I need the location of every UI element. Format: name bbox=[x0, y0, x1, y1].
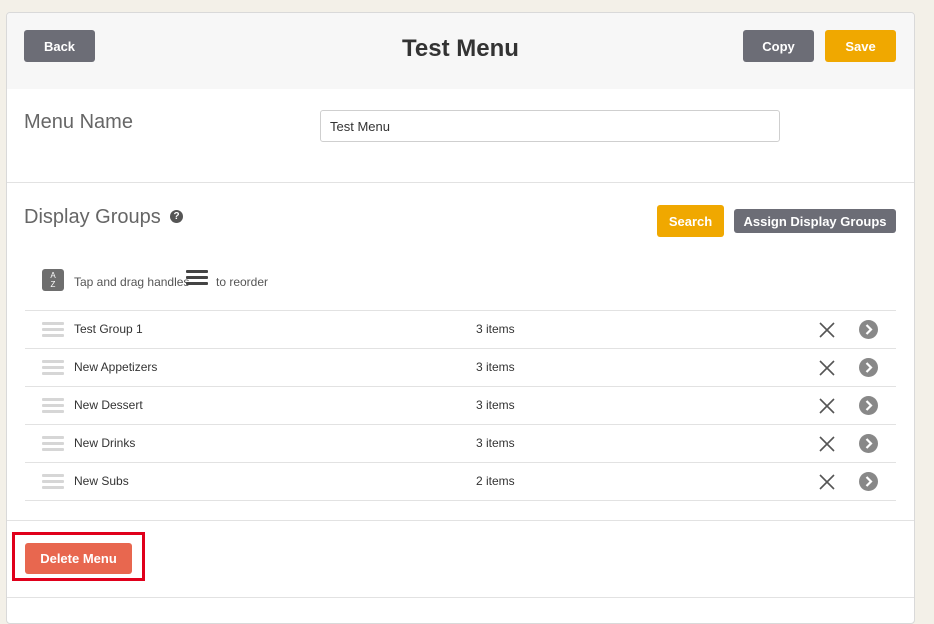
group-item-count: 3 items bbox=[476, 322, 515, 336]
group-name: New Dessert bbox=[74, 398, 143, 412]
list-item: New Drinks 3 items bbox=[25, 424, 896, 462]
list-item: Test Group 1 3 items bbox=[25, 310, 896, 348]
header-bar: Back Test Menu Copy Save bbox=[7, 13, 914, 89]
drag-handle-icon[interactable] bbox=[42, 360, 64, 376]
chevron-right-icon[interactable] bbox=[859, 396, 878, 415]
close-icon[interactable] bbox=[818, 435, 836, 453]
list-item: New Appetizers 3 items bbox=[25, 348, 896, 386]
display-groups-label: Display Groups bbox=[24, 206, 161, 228]
menu-name-label: Menu Name bbox=[24, 111, 133, 133]
chevron-right-icon[interactable] bbox=[859, 434, 878, 453]
group-name: New Subs bbox=[74, 474, 129, 488]
close-icon[interactable] bbox=[818, 473, 836, 491]
close-icon[interactable] bbox=[818, 359, 836, 377]
divider bbox=[7, 182, 914, 183]
group-name: New Drinks bbox=[74, 436, 136, 450]
list-item: New Dessert 3 items bbox=[25, 386, 896, 424]
sort-icon-letter-z: Z bbox=[50, 280, 56, 289]
group-item-count: 3 items bbox=[476, 436, 515, 450]
list-item: New Subs 2 items bbox=[25, 462, 896, 501]
chevron-right-icon[interactable] bbox=[859, 320, 878, 339]
delete-menu-button[interactable]: Delete Menu bbox=[25, 543, 132, 574]
drag-handle-icon[interactable] bbox=[42, 398, 64, 414]
hamburger-icon bbox=[186, 270, 208, 286]
group-item-count: 3 items bbox=[476, 398, 515, 412]
drag-handle-icon[interactable] bbox=[42, 322, 64, 338]
group-item-count: 2 items bbox=[476, 474, 515, 488]
divider bbox=[7, 597, 914, 598]
reorder-hint-prefix: Tap and drag handles bbox=[74, 275, 190, 289]
reorder-hint-suffix: to reorder bbox=[216, 275, 269, 289]
group-name: Test Group 1 bbox=[74, 322, 143, 336]
display-groups-list: Test Group 1 3 items New Appetizers 3 it… bbox=[25, 310, 896, 501]
menu-editor-card: Back Test Menu Copy Save Menu Name Displ… bbox=[6, 12, 915, 624]
save-button[interactable]: Save bbox=[825, 30, 896, 62]
chevron-right-icon[interactable] bbox=[859, 358, 878, 377]
drag-handle-icon[interactable] bbox=[42, 436, 64, 452]
menu-name-input[interactable] bbox=[320, 110, 780, 142]
sort-icon-letter-a: A bbox=[50, 271, 56, 280]
chevron-right-icon[interactable] bbox=[859, 472, 878, 491]
search-button[interactable]: Search bbox=[657, 205, 724, 237]
copy-button[interactable]: Copy bbox=[743, 30, 814, 62]
assign-display-groups-button[interactable]: Assign Display Groups bbox=[734, 209, 896, 233]
close-icon[interactable] bbox=[818, 321, 836, 339]
divider bbox=[7, 520, 914, 521]
group-name: New Appetizers bbox=[74, 360, 158, 374]
close-icon[interactable] bbox=[818, 397, 836, 415]
group-item-count: 3 items bbox=[476, 360, 515, 374]
help-icon[interactable]: ? bbox=[170, 210, 183, 223]
sort-az-icon[interactable]: A Z bbox=[42, 269, 64, 291]
drag-handle-icon[interactable] bbox=[42, 474, 64, 490]
